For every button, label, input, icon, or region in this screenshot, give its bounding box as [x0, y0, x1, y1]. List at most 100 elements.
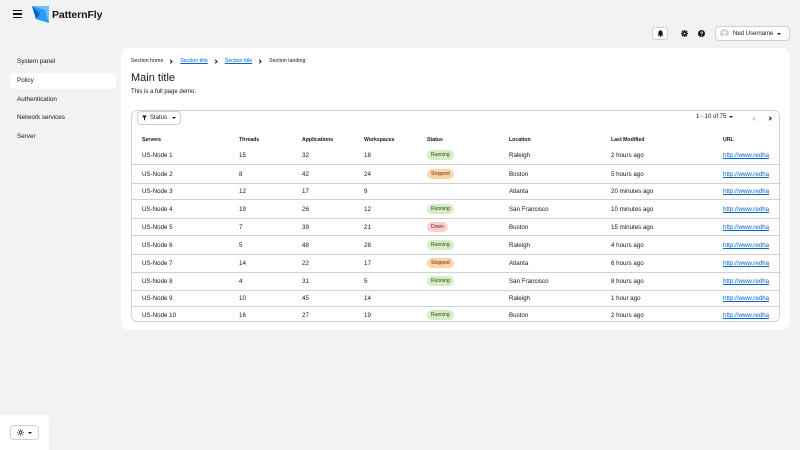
location-cell: Boston	[509, 171, 529, 178]
column-header-workspaces[interactable]: Workspaces	[364, 137, 394, 143]
caret-down-icon	[28, 431, 32, 434]
sidebar-item-system-panel[interactable]: System panel	[10, 54, 116, 70]
table-row: US-Node 1 15 32 18 Running Raleigh 2 hours ago…	[132, 147, 781, 165]
workspaces-cell: 12	[364, 206, 371, 213]
table-row: US-Node 4 19 26 12 Running San Francisco 10 mi…	[132, 200, 781, 219]
url-link[interactable]: http://www.redhat.com	[723, 291, 769, 307]
hamburger-menu-icon[interactable]	[13, 10, 22, 18]
workspaces-cell: 17	[364, 260, 371, 267]
sidebar-item-network-services[interactable]: Network services	[10, 110, 116, 126]
location-cell: San Francisco	[509, 206, 549, 213]
page-title: Main title	[131, 72, 176, 84]
caret-down-icon	[172, 117, 176, 119]
caret-down-icon	[729, 116, 734, 118]
url-link[interactable]: http://www.redhat.com	[723, 184, 769, 200]
chevron-left-icon	[752, 115, 757, 121]
next-page-button[interactable]	[767, 115, 774, 121]
server-name-cell: US-Node 6	[142, 242, 173, 249]
filter-icon	[142, 115, 147, 121]
table-row: US-Node 8 4 31 5 Running San Francisco 8 hours…	[132, 273, 781, 291]
sidebar-item-authentication[interactable]: Authentication	[10, 92, 116, 108]
brand-logo[interactable]: PatternFly	[32, 6, 102, 23]
page-description: This is a full page demo.	[131, 89, 197, 95]
threads-cell: 10	[239, 295, 246, 302]
url-link[interactable]: http://www.redhat.com	[723, 236, 769, 255]
theme-toggle-button[interactable]	[10, 425, 39, 440]
pagination-toggle[interactable]: 1 - 10 of 75	[696, 114, 734, 120]
sidebar-item-policy[interactable]: Policy	[10, 73, 116, 89]
breadcrumb-link-section-title-2[interactable]: Section title	[225, 58, 252, 64]
notifications-button[interactable]	[652, 27, 668, 40]
column-header-threads[interactable]: Threads	[239, 137, 259, 143]
threads-cell: 8	[239, 171, 243, 178]
url-link[interactable]: http://www.redhat.com	[723, 200, 769, 219]
applications-cell: 42	[302, 171, 309, 178]
last-modified-cell: 15 minutes ago	[611, 224, 654, 231]
chevron-right-icon	[213, 58, 218, 64]
applications-cell: 48	[302, 242, 309, 249]
status-badge: Running	[427, 276, 454, 287]
status-badge: Stopped	[427, 258, 454, 269]
status-badge: Down	[427, 222, 448, 233]
url-link[interactable]: http://www.redhat.com	[723, 165, 769, 184]
server-name-cell: US-Node 3	[142, 188, 173, 195]
bell-icon	[657, 30, 663, 37]
last-modified-cell: 10 minutes ago	[611, 206, 654, 213]
url-link[interactable]: http://www.redhat.com	[723, 147, 769, 165]
column-header-servers[interactable]: Servers	[142, 137, 161, 143]
column-header-url[interactable]: URL	[723, 137, 734, 143]
server-name-cell: US-Node 7	[142, 260, 173, 267]
column-header-last-modified[interactable]: Last Modified	[611, 137, 644, 143]
server-name-cell: US-Node 1	[142, 152, 173, 159]
url-link[interactable]: http://www.redhat.com	[723, 255, 769, 273]
status-badge: Running	[427, 204, 454, 215]
threads-cell: 7	[239, 224, 243, 231]
applications-cell: 45	[302, 295, 309, 302]
status-badge: Stopped	[427, 169, 454, 180]
main-content: Section home Section title Section title…	[121, 48, 790, 330]
applications-cell: 31	[302, 278, 309, 285]
sidebar-item-server[interactable]: Server	[10, 129, 116, 145]
server-name-cell: US-Node 8	[142, 278, 173, 285]
location-cell: Boston	[509, 224, 529, 231]
url-link[interactable]: http://www.redhat.com	[723, 273, 769, 291]
location-cell: Boston	[509, 312, 529, 319]
threads-cell: 14	[239, 260, 246, 267]
help-button[interactable]	[693, 27, 709, 40]
server-name-cell: US-Node 4	[142, 206, 173, 213]
table-row: US-Node 6 5 48 28 Running Raleigh 4 hours ago h…	[132, 236, 781, 255]
threads-cell: 4	[239, 278, 243, 285]
chevron-right-icon	[767, 115, 772, 121]
breadcrumb-item-current: Section landing	[269, 58, 306, 64]
workspaces-cell: 21	[364, 224, 371, 231]
chevron-right-icon	[168, 58, 174, 64]
table-row: US-Node 10 16 27 19 Running Boston 2 hours ago…	[132, 307, 781, 325]
location-cell: Atlanta	[509, 260, 529, 267]
column-header-location[interactable]: Location	[509, 137, 531, 143]
table-row: US-Node 5 7 39 21 Down Boston 15 minutes ago ht…	[132, 219, 781, 236]
location-cell: Raleigh	[509, 295, 530, 302]
user-dropdown[interactable]: Ned Username	[715, 26, 790, 41]
url-link[interactable]: http://www.redhat.com	[723, 307, 769, 325]
column-header-applications[interactable]: Applications	[302, 137, 333, 143]
last-modified-cell: 2 hours ago	[611, 312, 644, 319]
status-cell: Running	[427, 200, 454, 219]
servers-table-card: Status 1 - 10 of 75 Servers Threads Appl…	[131, 110, 781, 325]
server-name-cell: US-Node 10	[142, 312, 177, 319]
column-header-status[interactable]: Status	[427, 137, 443, 143]
location-cell: Atlanta	[509, 188, 529, 195]
last-modified-cell: 2 hours ago	[611, 152, 644, 159]
table-row: US-Node 3 12 17 9 Atlanta 20 minutes ago http:…	[132, 184, 781, 200]
breadcrumb-link-section-title[interactable]: Section title	[180, 58, 207, 64]
status-cell: Running	[427, 273, 454, 291]
status-filter-label: Status	[149, 115, 167, 121]
threads-cell: 5	[239, 242, 243, 249]
avatar	[720, 29, 729, 38]
last-modified-cell: 4 hours ago	[611, 242, 644, 249]
status-filter-dropdown[interactable]: Status	[137, 111, 181, 125]
previous-page-button[interactable]	[751, 115, 757, 121]
url-link[interactable]: http://www.redhat.com	[723, 219, 769, 236]
threads-cell: 19	[239, 206, 246, 213]
settings-button[interactable]	[676, 27, 692, 40]
server-name-cell: US-Node 2	[142, 171, 173, 178]
